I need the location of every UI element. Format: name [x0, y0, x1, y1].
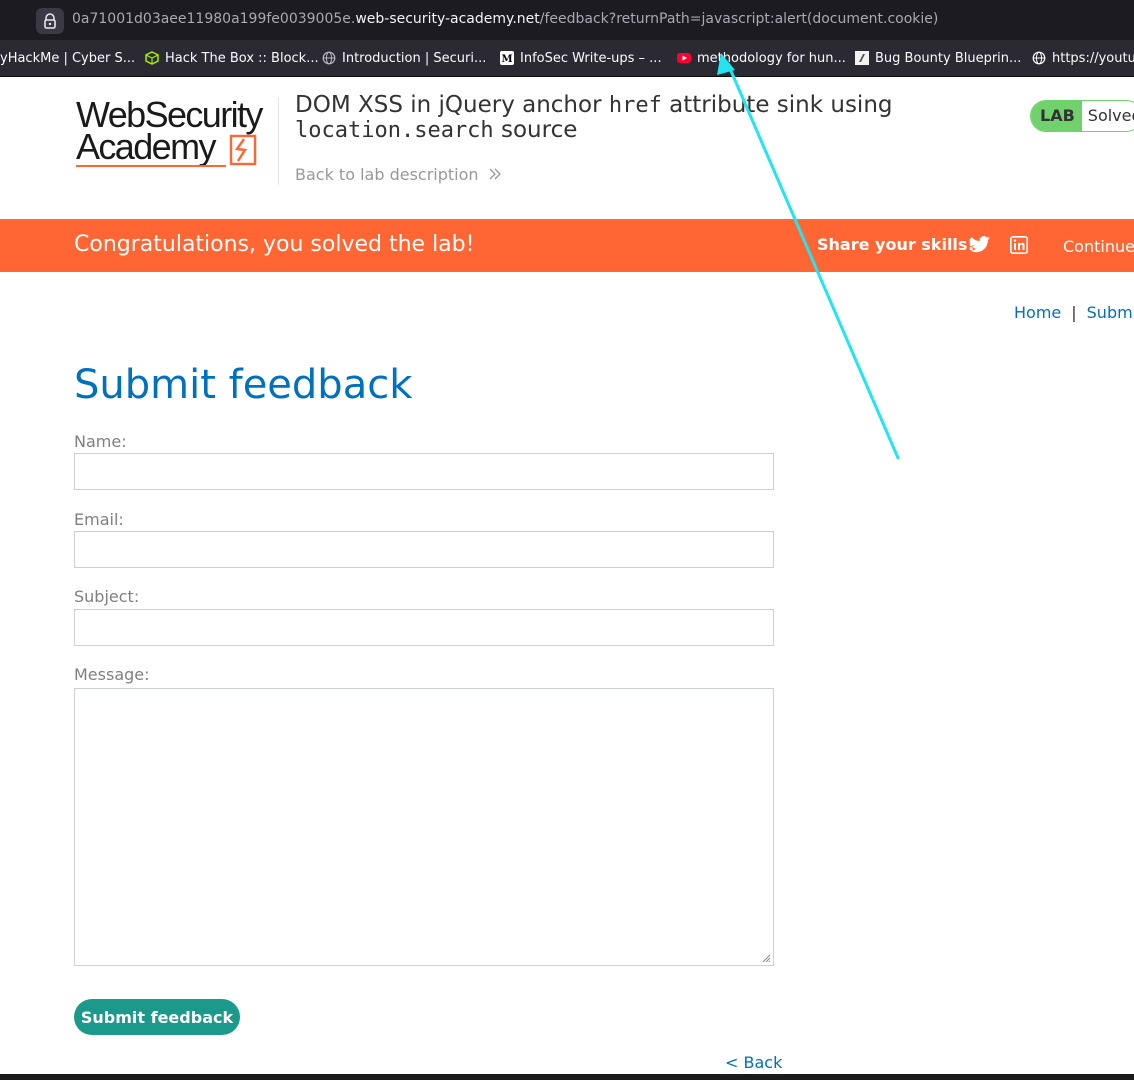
- url-text[interactable]: 0a71001d03aee11980a199fe0039005e.web-sec…: [72, 11, 938, 27]
- share-skills-label: Share your skills!: [817, 235, 975, 254]
- lab-header: WebSecurity Academy DOM XSS in jQuery an…: [0, 77, 1134, 219]
- name-label: Name:: [74, 432, 127, 451]
- svg-text:M: M: [501, 54, 512, 65]
- logo-bolt-icon: [229, 134, 257, 166]
- globe-icon: [1032, 51, 1046, 65]
- breadcrumb-home-link[interactable]: Home: [1014, 303, 1061, 322]
- message-label: Message:: [74, 665, 150, 684]
- double-chevron-right-icon: [489, 168, 501, 180]
- lab-badge-status: Solved: [1081, 101, 1134, 131]
- hackthebox-icon: [145, 51, 159, 65]
- linkedin-icon[interactable]: [1010, 236, 1028, 254]
- lab-status-badge: LAB Solved: [1030, 100, 1134, 132]
- breadcrumb-submit-feedback-link[interactable]: Submi: [1087, 303, 1134, 322]
- continue-link[interactable]: Continue: [1063, 237, 1134, 256]
- solved-banner: Congratulations, you solved the lab! Sha…: [0, 219, 1134, 272]
- subject-field[interactable]: [74, 609, 774, 646]
- back-link[interactable]: < Back: [725, 1053, 782, 1072]
- lock-icon[interactable]: [36, 8, 64, 34]
- email-label: Email:: [74, 510, 124, 529]
- page-icon: [855, 51, 869, 65]
- medium-icon: M: [500, 51, 514, 65]
- bookmarks-toolbar: yHackMe | Cyber S... Hack The Box :: Blo…: [0, 40, 1134, 77]
- url-subdomain: 0a71001d03aee11980a199fe0039005e.: [72, 11, 356, 27]
- congratulations-message: Congratulations, you solved the lab!: [74, 232, 475, 257]
- url-host: web-security-academy.net: [355, 11, 540, 27]
- back-to-lab-description-label: Back to lab description: [295, 165, 479, 184]
- submit-feedback-label: Submit feedback: [80, 1007, 234, 1027]
- page-title: Submit feedback: [74, 362, 413, 408]
- header-divider: [278, 97, 279, 185]
- message-textarea[interactable]: [74, 688, 774, 966]
- lab-badge-label: LAB: [1031, 101, 1082, 131]
- globe-icon: [322, 51, 336, 65]
- bookmark-label: yHackMe | Cyber S...: [0, 50, 136, 66]
- bookmark-youtube-link[interactable]: https://youtu: [1032, 49, 1134, 67]
- logo-line-2: Academy: [76, 126, 216, 167]
- subject-label: Subject:: [74, 587, 140, 606]
- back-to-lab-description-link[interactable]: Back to lab description: [295, 165, 502, 184]
- bookmark-label: InfoSec Write-ups – ...: [520, 50, 662, 66]
- submit-feedback-button[interactable]: Submit feedback: [74, 999, 240, 1035]
- breadcrumb: Home | Submi: [1014, 303, 1134, 322]
- bookmark-label: methodology for hun...: [697, 50, 846, 66]
- bookmark-tryhackme[interactable]: yHackMe | Cyber S...: [0, 49, 135, 67]
- twitter-icon[interactable]: [969, 236, 991, 254]
- bookmark-label: https://youtu: [1052, 50, 1134, 66]
- browser-url-bar[interactable]: 0a71001d03aee11980a199fe0039005e.web-sec…: [0, 0, 1134, 40]
- bookmark-label: Bug Bounty Blueprin...: [875, 50, 1022, 66]
- footer-bar: [0, 1074, 1134, 1080]
- logo-underline: [76, 165, 226, 167]
- lab-title: DOM XSS in jQuery anchor href attribute …: [295, 92, 893, 144]
- bookmark-label: Introduction | Securi...: [342, 50, 487, 66]
- bookmark-methodology[interactable]: methodology for hun...: [677, 49, 846, 67]
- bookmark-infosec-writeups[interactable]: M InfoSec Write-ups – ...: [500, 49, 662, 67]
- breadcrumb-separator: |: [1071, 303, 1077, 322]
- email-field[interactable]: [74, 531, 774, 568]
- bookmark-label: Hack The Box :: Block...: [165, 50, 319, 66]
- web-security-academy-logo[interactable]: WebSecurity Academy: [76, 97, 276, 169]
- bookmark-introduction[interactable]: Introduction | Securi...: [322, 49, 486, 67]
- youtube-icon: [677, 53, 691, 63]
- bookmark-hackthebox[interactable]: Hack The Box :: Block...: [145, 49, 319, 67]
- name-field[interactable]: [74, 453, 774, 490]
- bookmark-bug-bounty[interactable]: Bug Bounty Blueprin...: [855, 49, 1021, 67]
- url-path: /feedback?returnPath=javascript:alert(do…: [539, 11, 939, 27]
- resize-grip-icon[interactable]: [761, 953, 771, 963]
